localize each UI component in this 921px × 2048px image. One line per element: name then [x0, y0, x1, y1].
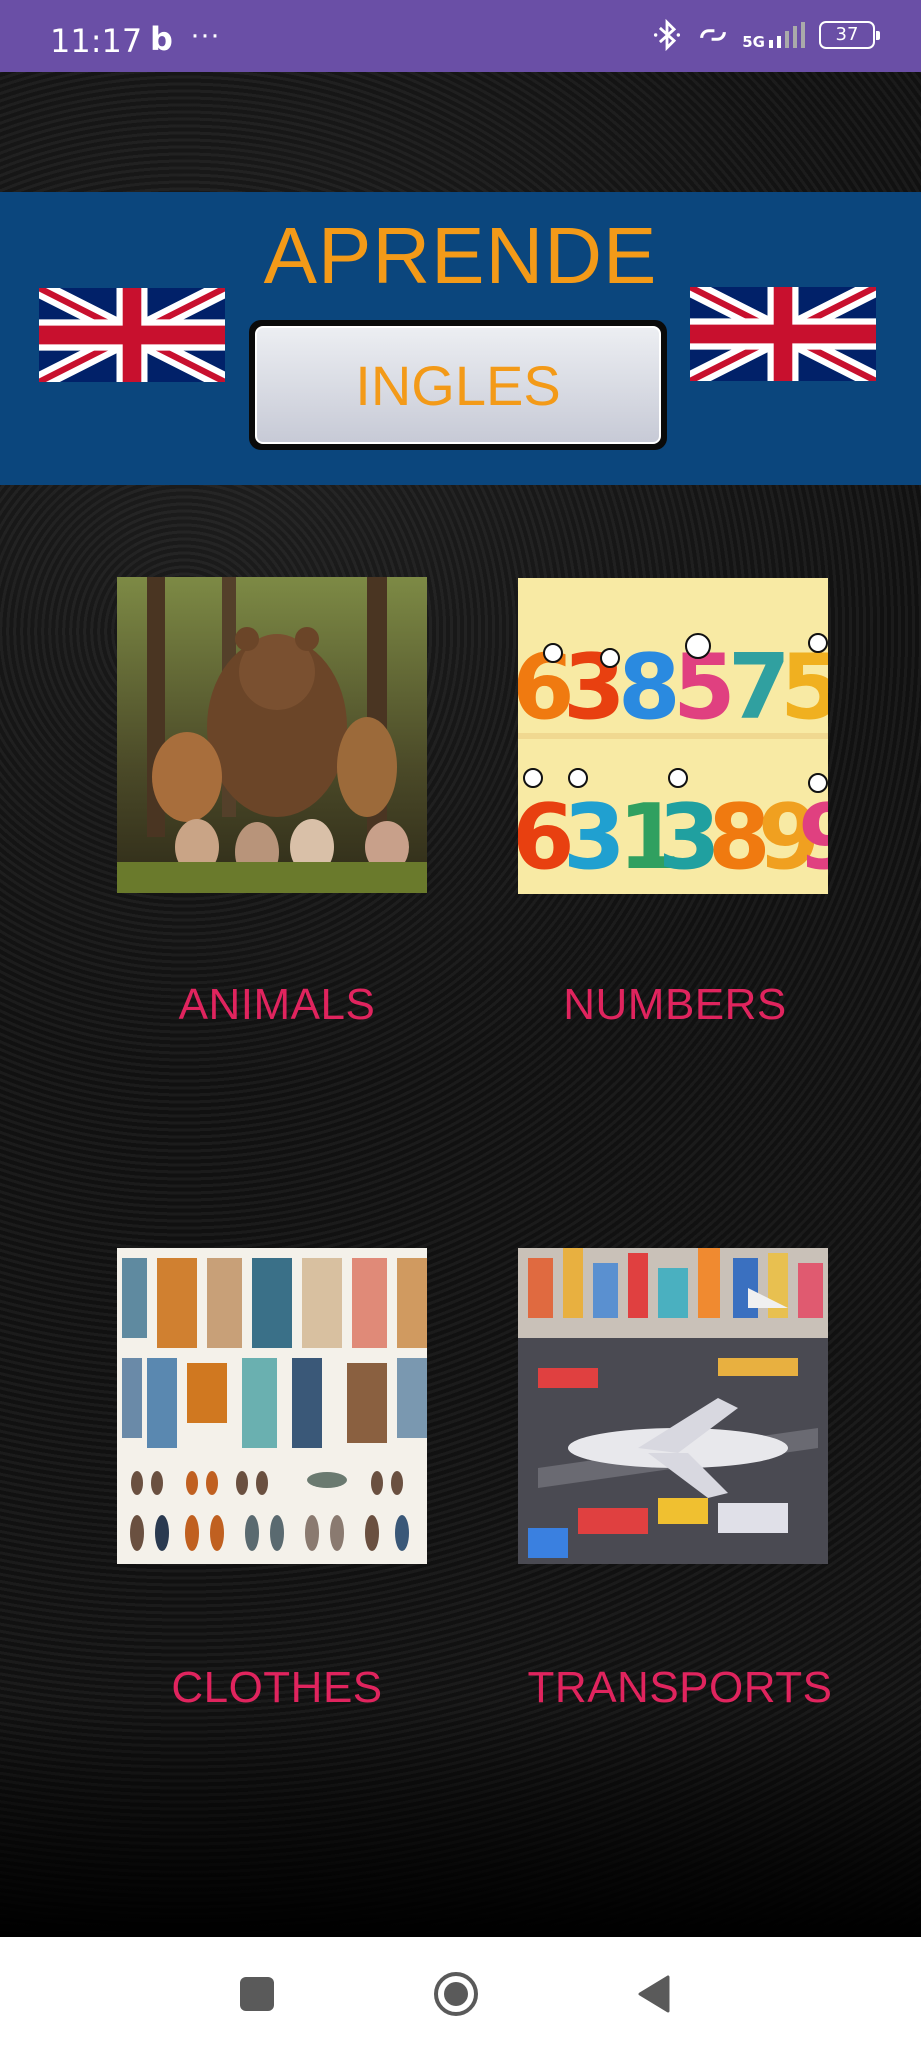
svg-text:8: 8: [618, 635, 681, 740]
bluetooth-icon: [654, 18, 681, 52]
background-shade: [0, 1700, 921, 1937]
home-circle-icon[interactable]: [433, 1971, 479, 2017]
animals-image-button[interactable]: [117, 577, 427, 893]
page-title: APRENDE: [263, 211, 658, 300]
status-bar: 11:17 b ··· 5G 37: [0, 0, 921, 72]
network-type-label: 5G: [742, 33, 765, 51]
animals-forest-image: [117, 577, 427, 893]
clothes-collection-image: [117, 1248, 427, 1564]
language-button[interactable]: INGLES: [249, 320, 667, 450]
language-button-label: INGLES: [255, 326, 661, 444]
category-label-clothes[interactable]: CLOTHES: [107, 1663, 447, 1713]
bing-notification-icon: b: [150, 20, 173, 58]
category-label-numbers[interactable]: NUMBERS: [505, 980, 845, 1030]
hotspot-link-icon: [700, 29, 727, 41]
clothes-image-button[interactable]: [117, 1248, 427, 1564]
status-time: 11:17: [50, 22, 143, 60]
battery-icon: 37: [819, 21, 880, 49]
navigation-bar: [0, 1937, 921, 2048]
status-icons: 5G 37: [650, 18, 880, 52]
category-label-transports[interactable]: TRANSPORTS: [510, 1663, 850, 1713]
recents-square-icon[interactable]: [240, 1977, 274, 2011]
back-triangle-icon[interactable]: [636, 1975, 672, 2013]
category-label-animals[interactable]: ANIMALS: [107, 980, 447, 1030]
transports-image-button[interactable]: [518, 1248, 828, 1564]
signal-bars-icon: [769, 22, 805, 48]
more-notifications-icon: ···: [190, 18, 220, 51]
numbers-image-button[interactable]: 6 3 8 5 7 5 6 3 1 3 8 9 9: [518, 578, 828, 894]
cartoon-numbers-image: 6 3 8 5 7 5 6 3 1 3 8 9 9: [518, 578, 828, 894]
svg-text:3: 3: [563, 785, 626, 890]
signal-strength-icon: 5G: [742, 22, 807, 51]
toy-transport-city-image: [518, 1248, 828, 1564]
svg-text:9: 9: [798, 785, 828, 890]
uk-flag-icon: [39, 288, 225, 382]
